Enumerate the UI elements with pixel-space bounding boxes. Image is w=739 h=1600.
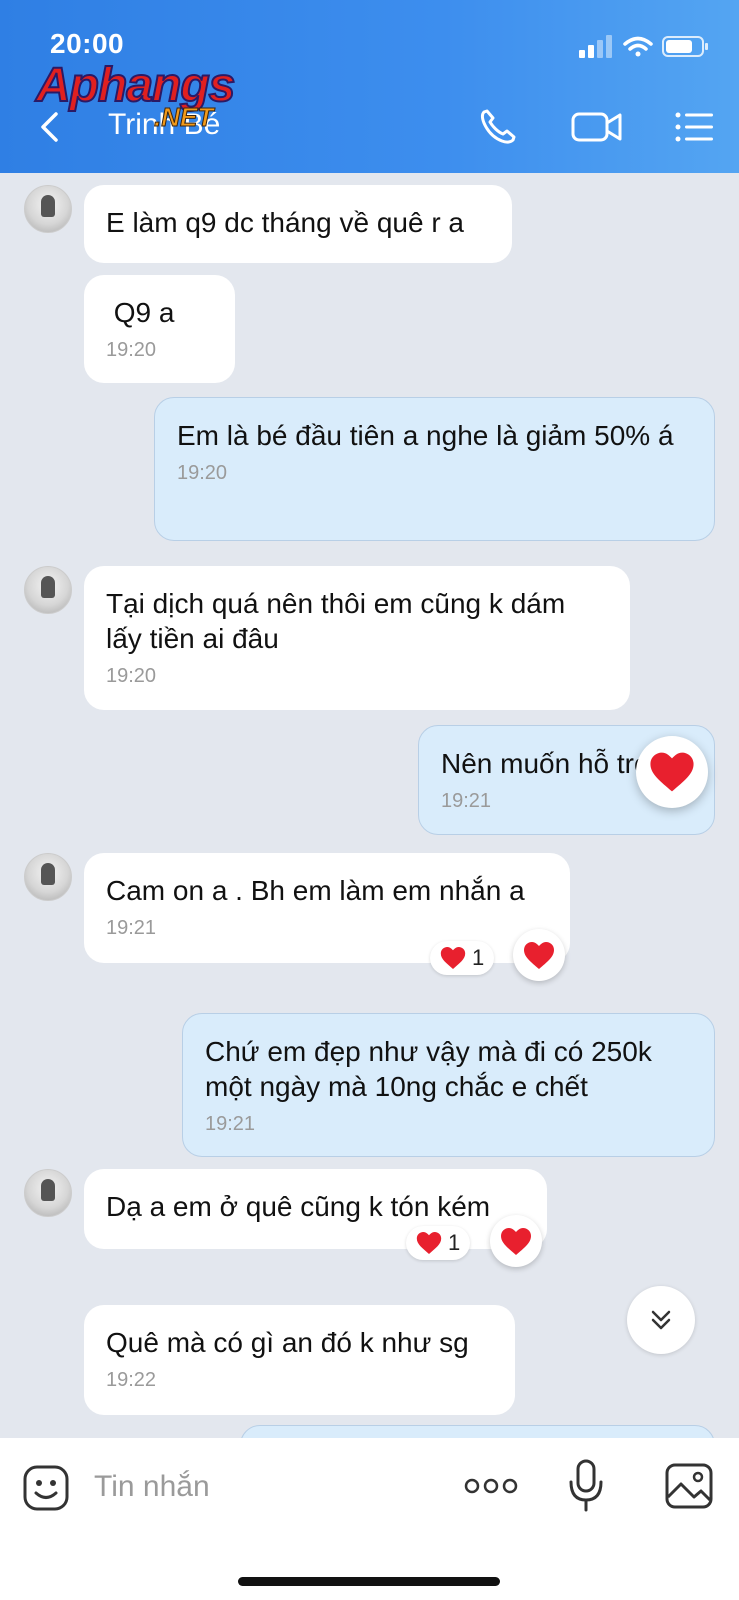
heart-icon	[650, 752, 694, 792]
home-indicator[interactable]	[238, 1577, 500, 1586]
reaction-button[interactable]	[490, 1215, 542, 1267]
message-text: Quê mà có gì an đó k như sg	[106, 1327, 469, 1358]
message-text: E làm q9 dc tháng về quê r a	[106, 207, 464, 238]
reaction-button[interactable]	[513, 929, 565, 981]
reaction-count[interactable]: 1	[406, 1226, 471, 1260]
message-text: Tại dịch quá nên thôi em cũng k dám lấy …	[106, 588, 566, 654]
message-text: Chứ em đẹp như vậy mà đi có 250k một ngà…	[205, 1036, 652, 1102]
message-bubble[interactable]: Q9 a 19:20	[84, 275, 235, 383]
status-time: 20:00	[50, 28, 125, 59]
message-bubble[interactable]: Chứ em đẹp như vậy mà đi có 250k một ngà…	[182, 1013, 715, 1157]
battery-icon	[662, 36, 708, 57]
scroll-down-button[interactable]	[627, 1286, 695, 1354]
avatar[interactable]	[24, 853, 72, 901]
back-icon[interactable]	[28, 104, 74, 150]
reaction-count-text: 1	[472, 945, 485, 970]
more-icon[interactable]	[464, 1476, 518, 1496]
message-time: 19:21	[106, 917, 157, 939]
heart-icon	[501, 1227, 531, 1255]
video-call-icon[interactable]	[570, 104, 624, 150]
heart-icon	[524, 941, 554, 969]
heart-icon	[416, 1232, 442, 1254]
message-bubble[interactable]: Em là bé đầu tiên a nghe là giảm 50% á 1…	[154, 397, 715, 541]
avatar[interactable]	[24, 566, 72, 614]
chat-header: 20:00 Trinh Bé Aphangs .NET	[0, 0, 739, 173]
reaction-button[interactable]	[636, 736, 708, 808]
message-time: 19:22	[106, 1369, 157, 1391]
message-bubble[interactable]: Tại dịch quá nên thôi em cũng k dám lấy …	[84, 566, 630, 710]
input-bar: Tin nhắn	[0, 1438, 739, 1600]
message-time: 19:20	[106, 665, 157, 687]
message-text: Em là bé đầu tiên a nghe là giảm 50% á	[177, 420, 674, 451]
message-bubble-partial[interactable]	[240, 1425, 715, 1438]
message-bubble[interactable]: E làm q9 dc tháng về quê r a	[84, 185, 512, 263]
scroll-down-icon	[651, 1310, 671, 1330]
sticker-icon[interactable]	[22, 1464, 70, 1512]
microphone-icon[interactable]	[566, 1458, 606, 1514]
message-text: Dạ a em ở quê cũng k tón kém	[106, 1191, 491, 1222]
watermark-suffix: .NET	[153, 102, 214, 133]
message-text: Cam on a . Bh em làm em nhắn a	[106, 875, 525, 906]
message-time: 19:20	[177, 462, 228, 484]
wifi-icon	[623, 36, 653, 57]
message-text: Nên muốn hỗ trợ	[441, 748, 653, 779]
message-time: 19:21	[205, 1113, 256, 1135]
avatar[interactable]	[24, 185, 72, 233]
message-time: 19:20	[106, 339, 157, 361]
message-bubble[interactable]: Cam on a . Bh em làm em nhắn a 19:21	[84, 853, 570, 963]
message-input[interactable]: Tin nhắn	[94, 1470, 210, 1504]
heart-icon	[440, 947, 466, 969]
image-icon[interactable]	[664, 1462, 714, 1510]
message-text: Q9 a	[106, 297, 175, 328]
message-bubble[interactable]: Dạ a em ở quê cũng k tón kém	[84, 1169, 547, 1249]
message-bubble[interactable]: Quê mà có gì an đó k như sg 19:22	[84, 1305, 515, 1415]
avatar[interactable]	[24, 1169, 72, 1217]
status-icons	[579, 35, 708, 58]
menu-list-icon[interactable]	[672, 104, 718, 150]
reaction-count-text: 1	[448, 1230, 461, 1255]
signal-icon	[579, 35, 612, 58]
reaction-count[interactable]: 1	[430, 941, 495, 975]
message-list[interactable]: E làm q9 dc tháng về quê r a Q9 a 19:20 …	[0, 173, 739, 1438]
phone-icon[interactable]	[474, 104, 520, 150]
